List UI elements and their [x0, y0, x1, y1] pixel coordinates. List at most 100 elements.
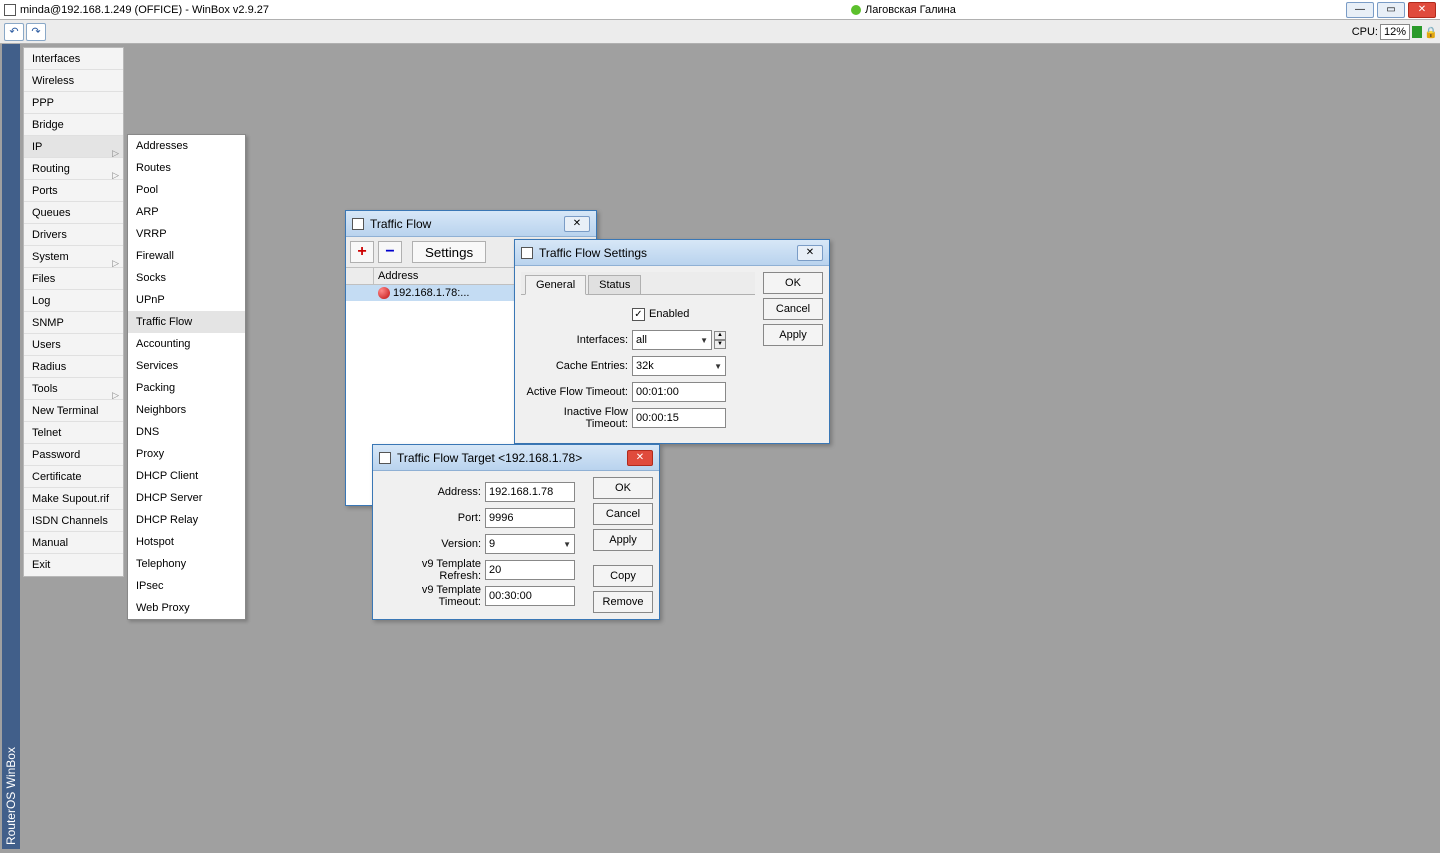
mainmenu-item-ports[interactable]: Ports [24, 180, 123, 202]
version-label: Version: [379, 538, 485, 550]
apply-button[interactable]: Apply [593, 529, 653, 551]
mainmenu-item-make-supout-rif[interactable]: Make Supout.rif [24, 488, 123, 510]
refresh-input[interactable] [485, 560, 575, 580]
submenu-item-hotspot[interactable]: Hotspot [128, 531, 245, 553]
mainmenu-item-tools[interactable]: Tools▷ [24, 378, 123, 400]
cache-select[interactable]: 32k [632, 356, 726, 376]
target-icon [378, 287, 390, 299]
window-icon [521, 247, 533, 259]
mainmenu-item-system[interactable]: System▷ [24, 246, 123, 268]
close-icon[interactable]: ✕ [797, 245, 823, 261]
mainmenu-item-certificate[interactable]: Certificate [24, 466, 123, 488]
tab-status[interactable]: Status [588, 275, 641, 294]
settings-button[interactable]: Settings [412, 241, 486, 263]
mainmenu-item-queues[interactable]: Queues [24, 202, 123, 224]
app-titlebar: minda@192.168.1.249 (OFFICE) - WinBox v2… [0, 0, 1440, 20]
mainmenu-item-manual[interactable]: Manual [24, 532, 123, 554]
cpu-label: CPU: [1352, 26, 1378, 38]
copy-button[interactable]: Copy [593, 565, 653, 587]
port-label: Port: [379, 512, 485, 524]
ok-button[interactable]: OK [593, 477, 653, 499]
submenu-item-web-proxy[interactable]: Web Proxy [128, 597, 245, 619]
vertical-brand-label: RouterOS WinBox [2, 44, 20, 849]
submenu-item-addresses[interactable]: Addresses [128, 135, 245, 157]
add-button[interactable]: + [350, 241, 374, 263]
lock-icon: 🔒 [1424, 26, 1436, 38]
minimize-button[interactable]: — [1346, 2, 1374, 18]
mainmenu-item-telnet[interactable]: Telnet [24, 422, 123, 444]
mainmenu-item-users[interactable]: Users [24, 334, 123, 356]
remove-button[interactable]: Remove [593, 591, 653, 613]
redo-button[interactable]: ↷ [26, 23, 46, 41]
cancel-button[interactable]: Cancel [763, 298, 823, 320]
active-timeout-input[interactable] [632, 382, 726, 402]
timeout-input[interactable] [485, 586, 575, 606]
submenu-item-telephony[interactable]: Telephony [128, 553, 245, 575]
desktop-area: RouterOS WinBox InterfacesWirelessPPPBri… [0, 44, 1440, 853]
mainmenu-item-log[interactable]: Log [24, 290, 123, 312]
submenu-item-packing[interactable]: Packing [128, 377, 245, 399]
close-icon[interactable]: ✕ [627, 450, 653, 466]
submenu-item-dhcp-client[interactable]: DHCP Client [128, 465, 245, 487]
submenu-item-routes[interactable]: Routes [128, 157, 245, 179]
window-title: Traffic Flow Settings [539, 246, 797, 260]
mainmenu-item-password[interactable]: Password [24, 444, 123, 466]
main-menu: InterfacesWirelessPPPBridgeIP▷Routing▷Po… [23, 47, 124, 577]
mainmenu-item-wireless[interactable]: Wireless [24, 70, 123, 92]
ok-button[interactable]: OK [763, 272, 823, 294]
port-input[interactable] [485, 508, 575, 528]
mainmenu-item-isdn-channels[interactable]: ISDN Channels [24, 510, 123, 532]
mainmenu-item-bridge[interactable]: Bridge [24, 114, 123, 136]
submenu-item-arp[interactable]: ARP [128, 201, 245, 223]
remove-button[interactable]: − [378, 241, 402, 263]
submenu-item-proxy[interactable]: Proxy [128, 443, 245, 465]
submenu-item-pool[interactable]: Pool [128, 179, 245, 201]
submenu-item-accounting[interactable]: Accounting [128, 333, 245, 355]
mainmenu-item-snmp[interactable]: SNMP [24, 312, 123, 334]
submenu-item-dns[interactable]: DNS [128, 421, 245, 443]
maximize-button[interactable]: ▭ [1377, 2, 1405, 18]
close-button[interactable]: ✕ [1408, 2, 1436, 18]
version-select[interactable]: 9 [485, 534, 575, 554]
submenu-item-dhcp-server[interactable]: DHCP Server [128, 487, 245, 509]
mainmenu-item-ppp[interactable]: PPP [24, 92, 123, 114]
apply-button[interactable]: Apply [763, 324, 823, 346]
presence-icon [851, 5, 861, 15]
status-icon [1412, 26, 1422, 38]
mainmenu-item-routing[interactable]: Routing▷ [24, 158, 123, 180]
mainmenu-item-interfaces[interactable]: Interfaces [24, 48, 123, 70]
address-input[interactable] [485, 482, 575, 502]
submenu-item-upnp[interactable]: UPnP [128, 289, 245, 311]
submenu-item-neighbors[interactable]: Neighbors [128, 399, 245, 421]
mainmenu-item-files[interactable]: Files [24, 268, 123, 290]
submenu-item-firewall[interactable]: Firewall [128, 245, 245, 267]
close-icon[interactable]: ✕ [564, 216, 590, 232]
inactive-timeout-input[interactable] [632, 408, 726, 428]
submenu-item-socks[interactable]: Socks [128, 267, 245, 289]
submenu-item-traffic-flow[interactable]: Traffic Flow [128, 311, 245, 333]
interfaces-label: Interfaces: [525, 334, 632, 346]
cpu-value: 12% [1380, 24, 1410, 40]
tab-general[interactable]: General [525, 275, 586, 295]
mainmenu-item-radius[interactable]: Radius [24, 356, 123, 378]
interfaces-spinner[interactable]: ▲▼ [714, 331, 726, 349]
submenu-item-ipsec[interactable]: IPsec [128, 575, 245, 597]
traffic-flow-settings-window: Traffic Flow Settings ✕ General Status ✓… [514, 239, 830, 444]
interfaces-select[interactable]: all [632, 330, 712, 350]
mainmenu-item-drivers[interactable]: Drivers [24, 224, 123, 246]
cancel-button[interactable]: Cancel [593, 503, 653, 525]
col-marker[interactable] [346, 268, 374, 284]
submenu-item-dhcp-relay[interactable]: DHCP Relay [128, 509, 245, 531]
mainmenu-item-exit[interactable]: Exit [24, 554, 123, 576]
mainmenu-item-new-terminal[interactable]: New Terminal [24, 400, 123, 422]
submenu-item-services[interactable]: Services [128, 355, 245, 377]
address-label: Address: [379, 486, 485, 498]
inactive-timeout-label: Inactive Flow Timeout: [525, 406, 632, 430]
timeout-label: v9 Template Timeout: [379, 584, 485, 608]
enabled-checkbox[interactable]: ✓ [632, 308, 645, 321]
undo-button[interactable]: ↶ [4, 23, 24, 41]
mainmenu-item-ip[interactable]: IP▷ [24, 136, 123, 158]
submenu-item-vrrp[interactable]: VRRP [128, 223, 245, 245]
window-title: Traffic Flow [370, 217, 564, 231]
app-title: minda@192.168.1.249 (OFFICE) - WinBox v2… [20, 4, 1346, 16]
